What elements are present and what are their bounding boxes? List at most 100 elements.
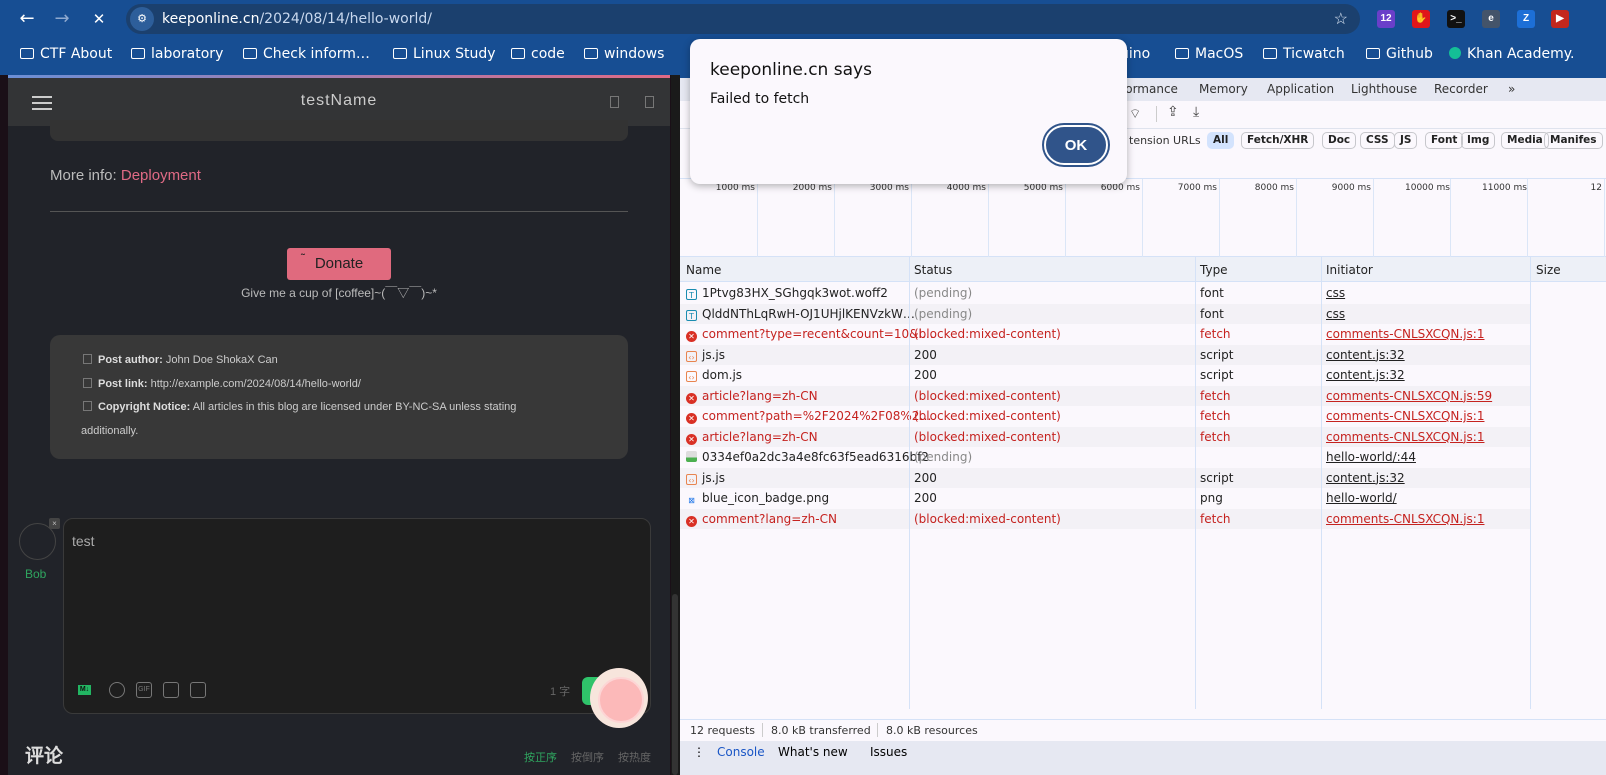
- background-window: [0, 75, 8, 775]
- image-upload-icon[interactable]: [163, 682, 179, 698]
- deployment-link[interactable]: Deployment: [121, 167, 201, 184]
- request-row[interactable]: ‹› js.js 200 script content.js:32: [680, 344, 1530, 365]
- filter-chip[interactable]: Media: [1501, 132, 1549, 149]
- avatar-close-icon[interactable]: ×: [49, 518, 60, 529]
- bookmark-star-icon[interactable]: ☆: [1334, 9, 1348, 29]
- theme-toggle-icon[interactable]: [610, 96, 619, 108]
- filter-chip[interactable]: All: [1207, 132, 1235, 149]
- filter-chip[interactable]: Img: [1461, 132, 1496, 149]
- column-header-name[interactable]: Name: [686, 263, 721, 277]
- devtools-tab[interactable]: Lighthouse: [1351, 82, 1417, 96]
- bookmark-item[interactable]: Ticwatch: [1263, 46, 1345, 62]
- bookmark-item[interactable]: Github: [1366, 46, 1433, 62]
- bookmark-item[interactable]: windows: [584, 46, 664, 62]
- e-extension-extension-icon[interactable]: e: [1482, 10, 1500, 28]
- request-initiator[interactable]: comments-CNLSXCQN.js:1: [1326, 409, 1484, 423]
- hide-extension-urls-label[interactable]: tension URLs: [1129, 134, 1201, 147]
- network-summary: 12 requests 8.0 kB transferred 8.0 kB re…: [680, 719, 1606, 740]
- page-scrollbar-thumb[interactable]: [672, 594, 678, 775]
- bookmark-item[interactable]: CTF About: [20, 46, 112, 62]
- address-bar[interactable]: ⚙ keeponline.cn/2024/08/14/hello-world/ …: [126, 4, 1360, 34]
- request-initiator[interactable]: content.js:32: [1326, 348, 1405, 362]
- request-initiator[interactable]: comments-CNLSXCQN.js:1: [1326, 512, 1484, 526]
- sort-ascending[interactable]: 按正序: [524, 749, 557, 765]
- column-header-type[interactable]: Type: [1200, 263, 1228, 277]
- request-row[interactable]: T QlddNThLqRwH-OJ1UHjlKENVzkW… (pending) fo…: [680, 303, 1530, 324]
- timeline-tick-label: 9000 ms: [1331, 183, 1371, 193]
- bookmark-item[interactable]: Check inform…: [243, 46, 370, 62]
- request-initiator[interactable]: comments-CNLSXCQN.js:59: [1326, 389, 1492, 403]
- markdown-icon[interactable]: M↓: [78, 685, 91, 695]
- preview-icon[interactable]: [190, 682, 206, 698]
- gif-icon[interactable]: GIF: [136, 682, 152, 698]
- request-row[interactable]: ✕ comment?lang=zh-CN (blocked:mixed-conten…: [680, 508, 1530, 529]
- ok-button[interactable]: OK: [1044, 125, 1108, 165]
- floating-assistant-ball[interactable]: [590, 668, 648, 728]
- sort-descending[interactable]: 按倒序: [571, 749, 604, 765]
- import-har-icon[interactable]: ⇪: [1167, 104, 1179, 120]
- bookmark-item[interactable]: laboratory: [131, 46, 223, 62]
- request-initiator[interactable]: hello-world/:44: [1326, 450, 1416, 464]
- forward-button[interactable]: →: [49, 6, 75, 32]
- request-initiator[interactable]: hello-world/: [1326, 491, 1397, 505]
- network-conditions-icon[interactable]: ⌔: [1129, 106, 1141, 122]
- column-header-status[interactable]: Status: [914, 263, 952, 277]
- request-initiator[interactable]: content.js:32: [1326, 471, 1405, 485]
- search-icon[interactable]: [645, 96, 654, 108]
- request-initiator[interactable]: content.js:32: [1326, 368, 1405, 382]
- username[interactable]: Bob: [25, 567, 46, 581]
- post-link[interactable]: http://example.com/2024/08/14/hello-worl…: [151, 378, 361, 390]
- request-row[interactable]: ✕ comment?path=%2F2024%2F08%2… (blocked:mi…: [680, 406, 1530, 426]
- ssh-terminal-extension-icon[interactable]: >_: [1447, 10, 1465, 28]
- bookmark-item[interactable]: MacOS: [1175, 46, 1243, 62]
- request-row[interactable]: ‹› js.js 200 script content.js:32: [680, 467, 1530, 488]
- bookmark-item[interactable]: code: [511, 46, 565, 62]
- request-row[interactable]: ✕ article?lang=zh-CN (blocked:mixed-conten…: [680, 385, 1530, 406]
- devtools-tab[interactable]: Application: [1267, 82, 1334, 96]
- z-extension-extension-icon[interactable]: Z: [1517, 10, 1535, 28]
- column-header-initiator[interactable]: Initiator: [1326, 263, 1373, 277]
- red-extension-extension-icon[interactable]: ▶: [1551, 10, 1569, 28]
- request-row[interactable]: 0334ef0a2dc3a4e8fc63f5ead6316bf2 (pending…: [680, 447, 1530, 467]
- comment-input[interactable]: [72, 533, 632, 549]
- request-row[interactable]: ✕ comment?type=recent&count=10&l… (blocked…: [680, 324, 1530, 344]
- back-button[interactable]: ←: [14, 6, 40, 32]
- network-overview-timeline[interactable]: 1000 ms 2000 ms 3000 ms 4000 ms 5000 ms 6000 …: [680, 178, 1606, 258]
- drawer-tab-issues[interactable]: Issues: [870, 745, 907, 759]
- more-tabs-icon[interactable]: »: [1508, 82, 1515, 96]
- devtools-tab[interactable]: Memory: [1199, 82, 1248, 96]
- drawer-tab-console[interactable]: Console: [717, 745, 765, 759]
- filter-chip[interactable]: Font: [1425, 132, 1464, 149]
- devtools-tab[interactable]: Recorder: [1434, 82, 1488, 96]
- filter-chip[interactable]: Manifes: [1544, 132, 1603, 149]
- devtools-tab[interactable]: formance: [1121, 82, 1178, 96]
- drawer-tab-whats-new[interactable]: What's new: [778, 745, 848, 759]
- filter-chip[interactable]: CSS: [1360, 132, 1395, 149]
- request-row[interactable]: T 1Ptvg83HX_SGhgqk3wot.woff2 (pending) font…: [680, 283, 1530, 303]
- adblock-extension-icon[interactable]: ✋: [1412, 10, 1430, 28]
- filter-chip[interactable]: JS: [1394, 132, 1418, 149]
- emoji-icon[interactable]: [109, 682, 125, 698]
- copyright-row: Copyright Notice: All articles in this b…: [83, 401, 516, 413]
- stop-loading-button[interactable]: ✕: [86, 6, 112, 32]
- column-header-size[interactable]: Size: [1536, 263, 1561, 277]
- donate-button[interactable]: ˜ Donate: [287, 248, 391, 280]
- bookmark-item[interactable]: Khan Academy.: [1449, 46, 1574, 62]
- url-text[interactable]: keeponline.cn/2024/08/14/hello-world/: [162, 11, 432, 27]
- drawer-menu-icon[interactable]: ⋮: [693, 745, 705, 759]
- request-initiator[interactable]: comments-CNLSXCQN.js:1: [1326, 430, 1484, 444]
- request-initiator[interactable]: css: [1326, 307, 1345, 321]
- request-initiator[interactable]: css: [1326, 286, 1345, 300]
- filter-chip[interactable]: Doc: [1322, 132, 1357, 149]
- mortarboard-badge-extension-icon[interactable]: 12: [1377, 10, 1395, 28]
- sort-hot[interactable]: 按热度: [618, 749, 651, 765]
- request-row[interactable]: ‹› dom.js 200 script content.js:32: [680, 365, 1530, 385]
- filter-chip[interactable]: Fetch/XHR: [1241, 132, 1315, 149]
- site-header: testName: [8, 78, 670, 126]
- site-info-icon[interactable]: ⚙: [130, 7, 154, 31]
- bookmark-item[interactable]: Linux Study: [393, 46, 496, 62]
- export-har-icon[interactable]: ⤓: [1193, 104, 1199, 120]
- request-row[interactable]: ✕ article?lang=zh-CN (blocked:mixed-conten…: [680, 426, 1530, 447]
- request-row[interactable]: ⊠ blue_icon_badge.png 200 png hello-world/: [680, 488, 1530, 508]
- request-initiator[interactable]: comments-CNLSXCQN.js:1: [1326, 327, 1484, 341]
